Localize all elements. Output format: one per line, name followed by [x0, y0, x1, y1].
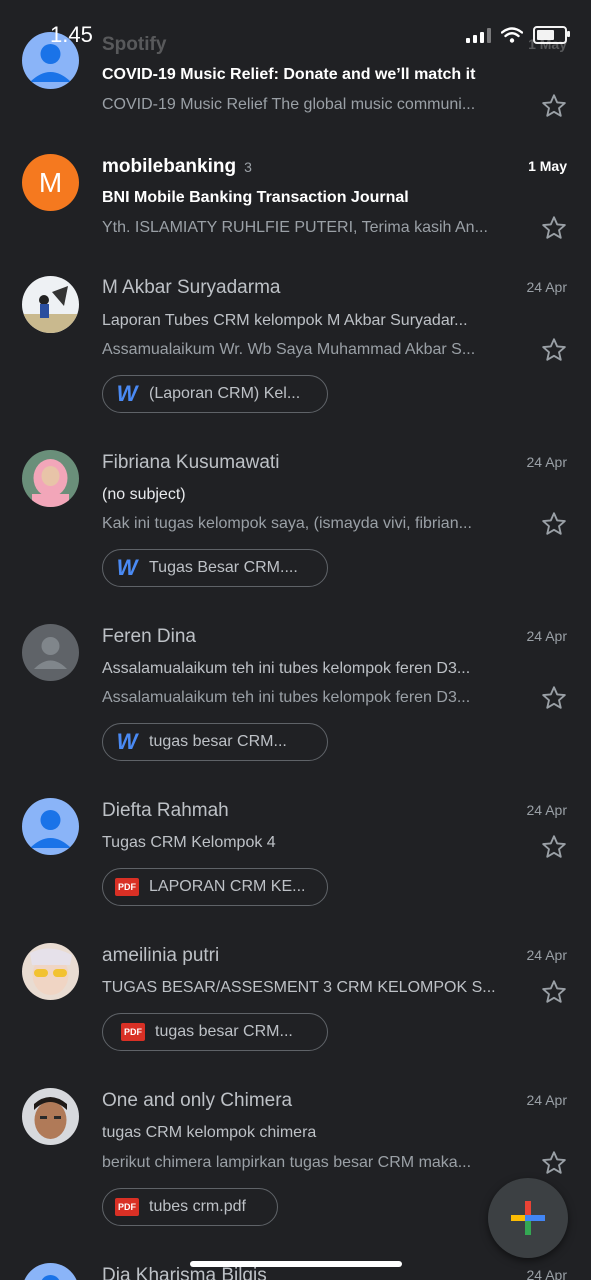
attachment-chip[interactable]: W Tugas Besar CRM.... [102, 549, 328, 587]
pdf-icon: PDF [115, 1198, 139, 1216]
email-row[interactable]: Feren Dina 24 Apr Assalamualaikum teh in… [0, 609, 591, 783]
email-date: 24 Apr [526, 1092, 567, 1108]
email-snippet: COVID-19 Music Relief The global music c… [102, 96, 476, 113]
email-sender: Fibriana Kusumawati [102, 452, 280, 473]
email-sender: Dia Kharisma Bilqis [102, 1265, 267, 1280]
email-snippet: Assalamualaikum teh ini tubes kelompok f… [102, 689, 471, 706]
attachment-name: tubes crm.pdf [149, 1198, 246, 1215]
email-sender: One and only Chimera [102, 1090, 293, 1111]
email-row[interactable]: M mobilebanking 3 1 May BNI Mobile Bankin… [0, 130, 591, 260]
email-date: 24 Apr [526, 802, 567, 818]
email-row[interactable]: M Akbar Suryadarma 24 Apr Laporan Tubes … [0, 260, 591, 435]
email-row[interactable]: Fibriana Kusumawati 24 Apr (no subject) … [0, 435, 591, 609]
attachment-name: Tugas Besar CRM.... [149, 559, 298, 576]
avatar [22, 1088, 79, 1145]
star-icon[interactable] [540, 92, 568, 120]
home-indicator[interactable] [190, 1261, 402, 1267]
email-sender: M Akbar Suryadarma [102, 277, 281, 298]
word-doc-icon: W [116, 381, 138, 406]
battery-icon [533, 26, 570, 44]
star-icon[interactable] [540, 684, 568, 712]
cellular-signal-icon [466, 27, 491, 43]
email-snippet: Assamualaikum Wr. Wb Saya Muhammad Akbar… [102, 341, 476, 358]
email-sender: Feren Dina [102, 626, 196, 647]
status-time: 1.45 [50, 22, 93, 47]
wifi-icon [501, 27, 523, 43]
email-subject: Tugas CRM Kelompok 4 [102, 834, 276, 851]
star-icon[interactable] [540, 214, 568, 242]
email-date: 1 May [528, 158, 567, 174]
star-icon[interactable] [540, 833, 568, 861]
thread-count: 3 [244, 159, 252, 175]
email-subject: Assalamualaikum teh ini tubes kelompok f… [102, 660, 471, 677]
email-date: 24 Apr [526, 279, 567, 295]
email-subject: COVID-19 Music Relief: Donate and we’ll … [102, 66, 476, 83]
star-icon[interactable] [540, 1149, 568, 1177]
avatar [22, 276, 79, 333]
email-sender-name: mobilebanking [102, 156, 237, 177]
pdf-icon: PDF [121, 1023, 145, 1041]
email-sender: Diefta Rahmah [102, 800, 229, 821]
attachment-name: tugas besar CRM... [149, 733, 287, 750]
attachment-name: tugas besar CRM... [155, 1023, 293, 1040]
avatar [22, 798, 79, 855]
word-doc-icon: W [116, 729, 138, 754]
email-row[interactable]: Diefta Rahmah 24 Apr Tugas CRM Kelompok … [0, 783, 591, 928]
word-doc-icon: W [116, 555, 138, 580]
avatar [22, 943, 79, 1000]
avatar [22, 624, 79, 681]
avatar [22, 450, 79, 507]
email-date: 24 Apr [526, 947, 567, 963]
email-subject: Laporan Tubes CRM kelompok M Akbar Surya… [102, 312, 468, 329]
email-subject: BNI Mobile Banking Transaction Journal [102, 189, 409, 206]
attachment-chip[interactable]: PDF tubes crm.pdf [102, 1188, 278, 1226]
attachment-chip[interactable]: W tugas besar CRM... [102, 723, 328, 761]
avatar [22, 1263, 79, 1280]
attachment-name: LAPORAN CRM KE... [149, 878, 306, 895]
email-subject: tugas CRM kelompok chimera [102, 1124, 317, 1141]
attachment-name: (Laporan CRM) Kel... [149, 385, 301, 402]
email-date: 24 Apr [526, 1267, 567, 1280]
compose-button[interactable] [488, 1178, 568, 1258]
email-date: 24 Apr [526, 628, 567, 644]
email-sender: mobilebanking 3 [102, 156, 252, 178]
attachment-chip[interactable]: PDF LAPORAN CRM KE... [102, 868, 328, 906]
email-subject: TUGAS BESAR/ASSESMENT 3 CRM KELOMPOK S..… [102, 979, 496, 996]
email-sender: ameilinia putri [102, 945, 220, 966]
email-snippet: Kak ini tugas kelompok saya, (ismayda vi… [102, 515, 472, 532]
email-snippet: berikut chimera lampirkan tugas besar CR… [102, 1154, 472, 1171]
attachment-chip[interactable]: PDF tugas besar CRM... [102, 1013, 328, 1051]
email-snippet: Yth. ISLAMIATY RUHLFIE PUTERI, Terima ka… [102, 219, 488, 236]
email-subject: (no subject) [102, 486, 186, 503]
star-icon[interactable] [540, 336, 568, 364]
plus-icon [511, 1201, 545, 1235]
status-icons [466, 26, 570, 44]
attachment-chip[interactable]: W (Laporan CRM) Kel... [102, 375, 328, 413]
pdf-icon: PDF [115, 878, 139, 896]
star-icon[interactable] [540, 978, 568, 1006]
star-icon[interactable] [540, 510, 568, 538]
status-bar: 1.45 [0, 0, 591, 56]
email-row[interactable]: ameilinia putri 24 Apr TUGAS BESAR/ASSES… [0, 928, 591, 1073]
avatar: M [22, 154, 79, 211]
email-date: 24 Apr [526, 454, 567, 470]
